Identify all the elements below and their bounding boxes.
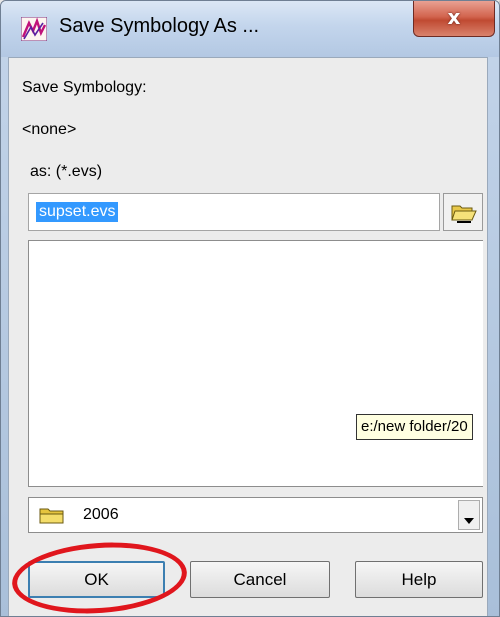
close-button[interactable]: x [413,1,495,37]
folder-value: 2006 [83,506,119,523]
filename-selected-text[interactable]: supset.evs [36,202,119,222]
filename-input[interactable]: supset.evs [28,193,440,231]
save-symbology-label: Save Symbology: [22,79,147,96]
file-type-label: as: (*.evs) [30,163,103,180]
help-button[interactable]: Help [355,561,483,598]
ok-button[interactable]: OK [28,561,165,598]
folder-dropdown[interactable]: 2006 [28,497,483,533]
window-title: Save Symbology As ... [59,15,260,37]
cancel-button[interactable]: Cancel [190,561,330,598]
title-bar[interactable]: Save Symbology As ... x [1,1,499,57]
current-symbology-value: <none> [22,121,77,138]
file-list[interactable] [28,240,483,487]
path-tooltip: e:/new folder/20 [356,414,473,440]
folder-icon [39,507,65,525]
app-icon [20,16,48,42]
browse-button[interactable] [443,193,483,231]
chevron-down-icon [464,512,474,530]
dropdown-arrow-button[interactable] [458,500,480,530]
open-folder-icon [451,202,477,229]
